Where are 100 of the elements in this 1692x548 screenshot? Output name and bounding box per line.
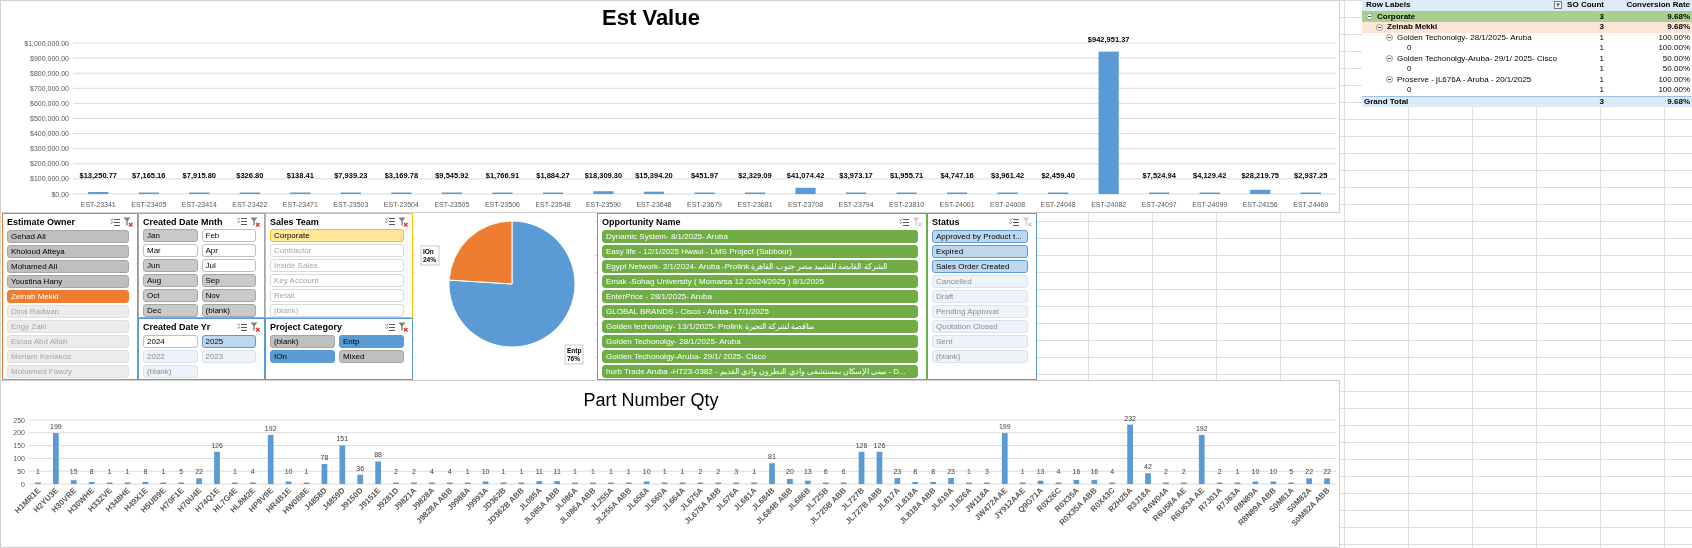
slicer-item[interactable]: Feb xyxy=(201,229,256,242)
slicer-item[interactable]: Key Account xyxy=(270,274,404,287)
slicer-item[interactable]: Jan xyxy=(143,229,198,242)
slicer-item[interactable]: (blank) xyxy=(932,350,1028,363)
slicer-item[interactable]: Dec xyxy=(143,304,198,317)
slicer-item[interactable]: Nov xyxy=(201,289,256,302)
collapse-icon[interactable] xyxy=(1376,23,1383,31)
bar xyxy=(482,481,489,484)
table-cell-text: 1 xyxy=(1598,32,1605,43)
clear-filter-icon[interactable] xyxy=(250,216,260,227)
slicer-item[interactable]: Sent xyxy=(932,335,1028,348)
bar xyxy=(321,464,328,484)
slicer-item[interactable]: (blank) xyxy=(270,304,404,317)
slicer-item[interactable]: GLOBAL BRANDS - Cisco - Aruba- 17/1/2025 xyxy=(602,305,918,318)
slicer-item[interactable]: Golden Techonolgy-Aruba- 29/1/ 2025- Cisco xyxy=(602,350,918,363)
clear-filter-icon[interactable] xyxy=(123,217,133,227)
clear-filter-icon[interactable] xyxy=(398,216,408,227)
slicer-item[interactable]: Mixed xyxy=(339,350,404,363)
slicer-item[interactable]: (blank) xyxy=(143,365,198,378)
collapse-icon[interactable] xyxy=(1386,34,1393,42)
slicer-item[interactable]: (blank) xyxy=(270,335,335,348)
table-cell-text: 1 xyxy=(1598,85,1605,96)
slicer-item[interactable]: Esraa Abd Allah xyxy=(7,335,129,348)
slicer-item[interactable]: Entp xyxy=(339,335,404,348)
slicer-item[interactable]: Dynamic System- 8/1/2025- Aruba xyxy=(602,230,918,243)
slicer-item[interactable]: Sep xyxy=(201,274,256,287)
multi-select-icon[interactable] xyxy=(237,217,247,226)
slicer-item[interactable]: Oct xyxy=(143,289,198,302)
row-label: Zeinab Mekki xyxy=(1386,22,1439,33)
table-cell-text: 3 xyxy=(1598,96,1605,107)
slicer-item[interactable]: Engy Zaki xyxy=(7,320,129,333)
slicer-item[interactable]: Approved by Product t... xyxy=(932,230,1028,243)
table-cell-text: 50.00% xyxy=(1661,53,1691,64)
bar xyxy=(593,191,614,194)
bar xyxy=(948,478,954,484)
slicer-item[interactable]: Egypt Network- 2/1/2024- Aruba -Prolink الشركة القابضة للتشييد مصر جنوب القاهرة xyxy=(602,260,918,273)
slicer-item[interactable]: Sales Order Created xyxy=(932,260,1028,273)
bar xyxy=(1127,424,1133,484)
slicer-item[interactable]: Easy life - 12/1/2025 Hwaui - LMS Project (Sabbour) xyxy=(602,245,918,258)
table-cell-text: 100.00% xyxy=(1657,74,1691,85)
filter-dropdown-icon[interactable] xyxy=(1554,1,1562,10)
slicer-item[interactable]: 2022 xyxy=(143,350,198,363)
slicer-item[interactable]: Jul xyxy=(201,259,256,272)
slicer-item[interactable]: Mar xyxy=(143,244,198,257)
slicer-item[interactable]: Inside Sales xyxy=(270,259,404,272)
bar xyxy=(930,481,936,484)
slicer-item[interactable]: Kholoud Atteya xyxy=(7,245,129,258)
slicer-item[interactable]: Meriam Keriakos xyxy=(7,350,129,363)
slicer-item[interactable]: Apr xyxy=(201,244,256,257)
slicer-item[interactable]: Contractor xyxy=(270,244,404,257)
slicer-item[interactable]: Quotation Closed xyxy=(932,320,1028,333)
slicer-item[interactable]: hurb Trade Aruba -HT23-0382 - مبنى الإسكان بمستشفى وادي النطرون وادي القديم - D... xyxy=(602,365,918,378)
slicer-item[interactable]: Mohamed Fawzy xyxy=(7,365,129,378)
slicer-item[interactable]: (blank) xyxy=(201,304,256,317)
bar xyxy=(769,463,775,484)
slicer-item[interactable]: Cancelled xyxy=(932,275,1028,288)
slicer-item[interactable]: Expired xyxy=(932,245,1028,258)
bar xyxy=(1198,434,1205,484)
slicer-item[interactable]: IOn xyxy=(270,350,335,363)
slicer-item[interactable]: Emak -Sohag University ( Momarsa 12 /2024/2025 ) 8/1/2025 xyxy=(602,275,918,288)
slicer-item[interactable]: 2024 xyxy=(143,335,198,348)
slicer-item[interactable]: Draft xyxy=(932,290,1028,303)
collapse-icon[interactable] xyxy=(1386,76,1393,84)
multi-select-icon[interactable] xyxy=(385,322,395,332)
table-cell-text: 100.00% xyxy=(1657,43,1691,54)
slicer-item[interactable]: Golden techonolgy- 13/1/2025- Prolink مناقصة لشركة التجيرة xyxy=(602,320,918,333)
slicer-item[interactable]: EnterPrice - 28/1/2025- Aruba xyxy=(602,290,918,303)
slicer-item[interactable]: Retail xyxy=(270,289,404,302)
slicer-item[interactable]: 2023 xyxy=(201,350,256,363)
slicer-item[interactable]: Dina Radwan xyxy=(7,305,129,318)
slicer-item[interactable]: Youstina Hany xyxy=(7,275,129,288)
bar xyxy=(1091,479,1098,484)
multi-select-icon[interactable] xyxy=(1009,217,1019,227)
slicer-title: Status xyxy=(932,217,961,227)
slicer-item[interactable]: Zeinab Mekki xyxy=(7,290,129,303)
multi-select-icon[interactable] xyxy=(110,217,120,227)
multi-select-icon[interactable] xyxy=(385,217,395,226)
bar xyxy=(53,433,59,484)
row-label: 0 xyxy=(1406,43,1413,54)
collapse-icon[interactable] xyxy=(1386,55,1393,63)
bar xyxy=(1037,480,1044,484)
column-header: Row Labels xyxy=(1365,0,1412,11)
slicer-item[interactable]: 2025 xyxy=(201,335,256,348)
multi-select-icon[interactable] xyxy=(237,322,247,332)
collapse-icon[interactable] xyxy=(1366,13,1373,21)
slicer-item[interactable]: Jun xyxy=(143,259,198,272)
slicer-item[interactable]: Mohamed Ali xyxy=(7,260,129,273)
slicer-item[interactable]: Aug xyxy=(143,274,198,287)
slicer-item[interactable]: Pending Approval xyxy=(932,305,1028,318)
bar xyxy=(70,480,77,484)
slicer-item[interactable]: Corporate xyxy=(270,229,404,242)
row-label: Golden Techonolgy-Aruba- 29/1/ 2025- Cisco xyxy=(1396,53,1558,64)
slicer-item[interactable]: Gehad Ali xyxy=(7,230,129,243)
multi-select-icon[interactable] xyxy=(899,217,909,227)
clear-filter-icon[interactable] xyxy=(250,322,260,332)
clear-filter-icon[interactable] xyxy=(398,322,408,332)
chart-title: Part Number Qty xyxy=(583,390,719,410)
slicer-title: Estimate Owner xyxy=(7,217,77,227)
slicer-item[interactable]: Golden Techonolgy- 28/1/2025- Aruba xyxy=(602,335,918,348)
bar xyxy=(285,481,292,484)
